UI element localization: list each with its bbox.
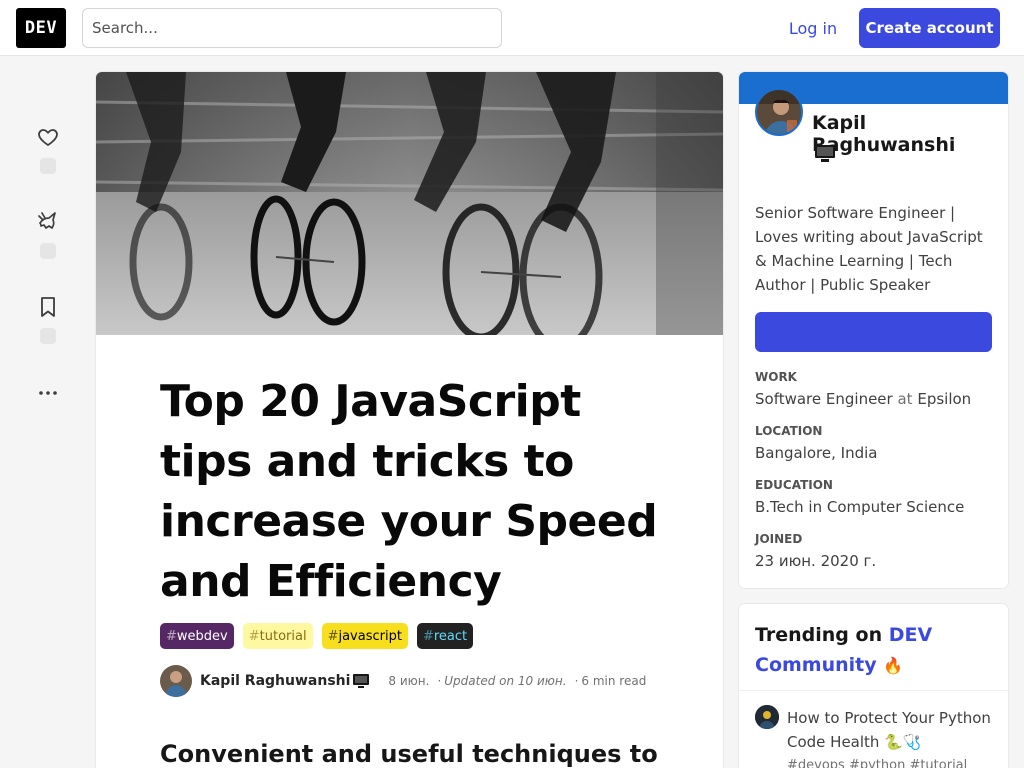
tag-webdev[interactable]: # webdev	[160, 623, 234, 649]
work-value: Software Engineer at Epsilon	[755, 390, 972, 408]
fire-icon: 🔥	[883, 656, 904, 675]
trending-article-link[interactable]: How to Protect Your Python Code Health 🐍…	[787, 706, 997, 754]
top-navigation-bar: DEV Log in Create account	[0, 0, 1024, 56]
divider	[739, 690, 1008, 691]
search-input[interactable]	[82, 8, 502, 48]
cover-image	[96, 72, 723, 351]
trending-heading: Trending on DEV Community 🔥	[755, 624, 933, 676]
updated-date: Updated on 10 июн.	[444, 674, 567, 688]
python-emoji-icon: 🐍🩺	[884, 733, 922, 751]
profile-bio: Senior Software Engineer | Loves writing…	[755, 204, 983, 294]
bookmark-count	[40, 328, 56, 344]
trending-tags: #devops #python #tutorial	[787, 758, 968, 768]
article-byline: Kapil Raghuwanshi 8 июн. · Updated on 10…	[160, 665, 700, 697]
education-label: EDUCATION	[755, 478, 833, 492]
bookmark-icon[interactable]	[36, 295, 60, 319]
location-label: LOCATION	[755, 424, 823, 438]
create-account-button[interactable]: Create account	[859, 8, 1000, 48]
trending-card: Trending on DEV Community 🔥 How to Prote…	[739, 604, 1008, 768]
read-time: 6 min read	[581, 674, 647, 688]
unicorn-icon[interactable]	[36, 210, 60, 234]
follow-button[interactable]	[755, 312, 992, 352]
joined-value: 23 июн. 2020 г.	[755, 552, 877, 570]
tag-tutorial[interactable]: # tutorial	[242, 623, 313, 649]
login-link[interactable]: Log in	[778, 8, 848, 48]
article-title: Top 20 JavaScript tips and tricks to inc…	[160, 376, 658, 607]
trending-author-avatar[interactable]	[755, 705, 779, 729]
monitor-icon	[352, 673, 370, 689]
heart-count	[40, 158, 56, 174]
posted-date: 8 июн.	[388, 674, 430, 688]
profile-avatar[interactable]	[755, 88, 803, 136]
article-card: Top 20 JavaScript tips and tricks to inc…	[96, 72, 723, 768]
joined-label: JOINED	[755, 532, 803, 546]
location-value: Bangalore, India	[755, 444, 878, 462]
tag-react[interactable]: # react	[416, 623, 474, 649]
article-subheading: Convenient and useful techniques to	[160, 740, 658, 768]
dev-logo[interactable]: DEV	[16, 8, 66, 48]
reactions-sidebar	[0, 57, 96, 768]
author-name-link[interactable]: Kapil Raghuwanshi	[200, 673, 350, 689]
tag-javascript[interactable]: # javascript	[321, 623, 408, 649]
profile-name-link[interactable]: Kapil Raghuwanshi	[812, 112, 1008, 156]
author-profile-card: Kapil Raghuwanshi Senior Software Engine…	[739, 72, 1008, 588]
heart-icon[interactable]	[36, 125, 60, 149]
work-label: WORK	[755, 370, 797, 384]
monitor-icon	[814, 144, 836, 168]
more-icon[interactable]	[36, 381, 60, 405]
unicorn-count	[40, 243, 56, 259]
author-avatar[interactable]	[160, 665, 192, 697]
education-value: B.Tech in Computer Science	[755, 498, 965, 516]
tag-list: # webdev # tutorial # javascript # react	[160, 623, 474, 649]
